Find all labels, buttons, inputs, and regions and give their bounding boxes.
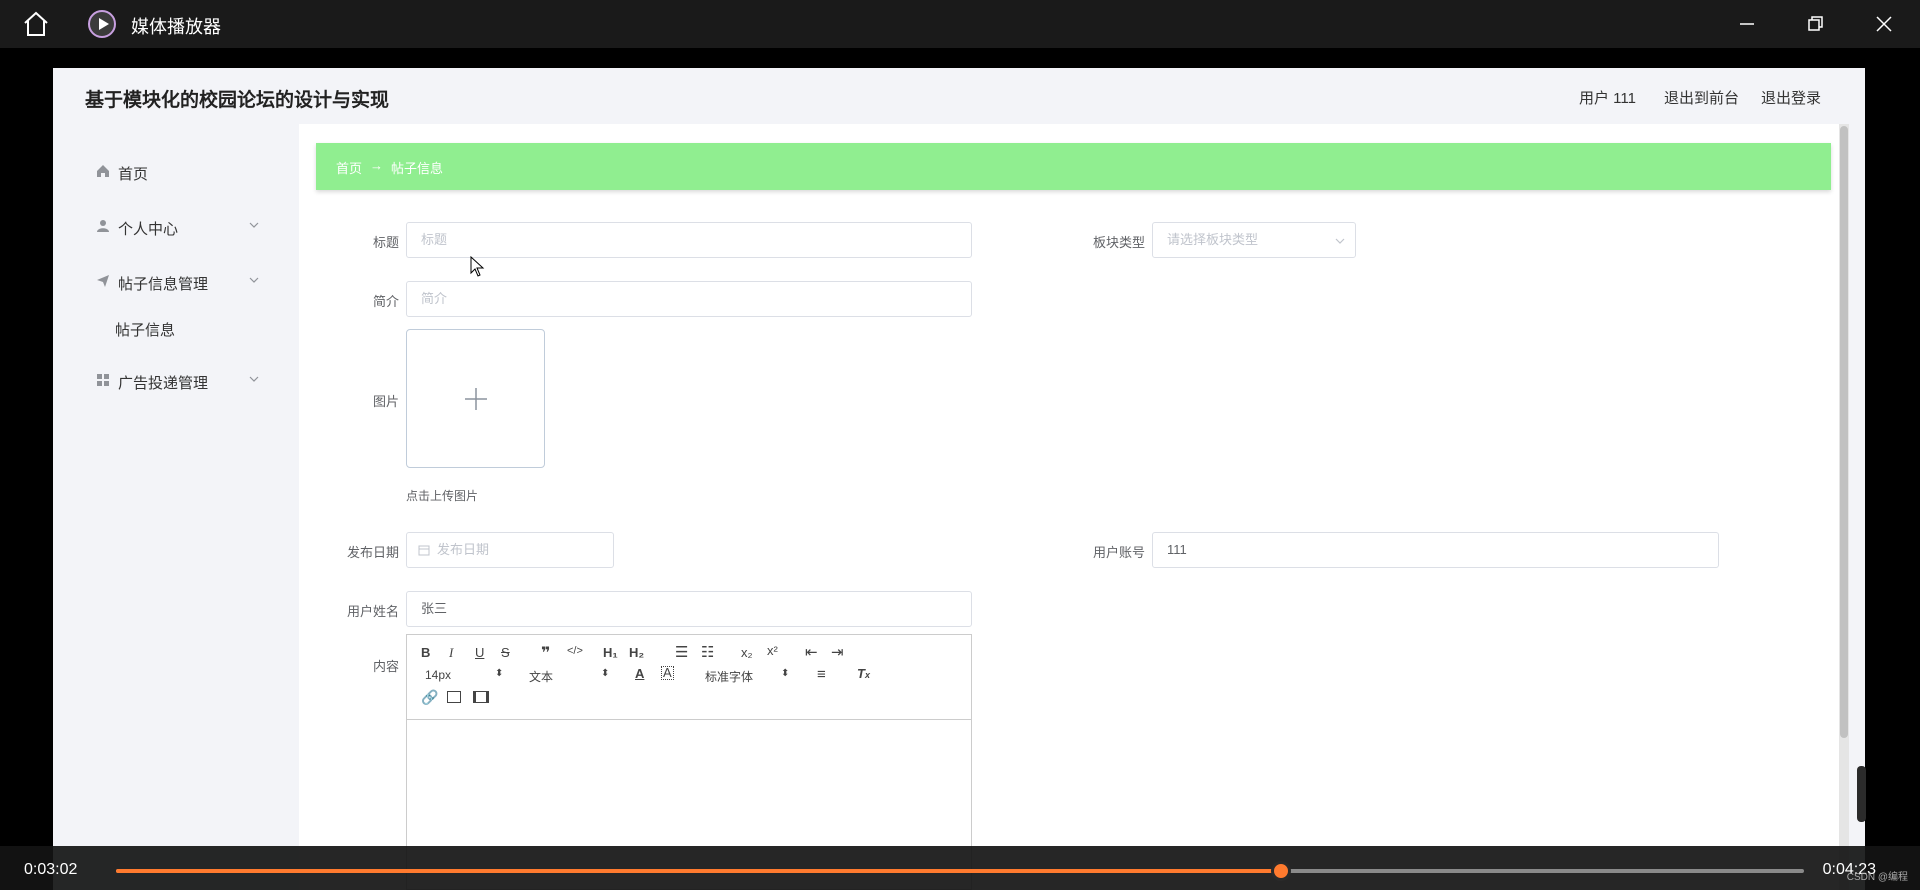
media-player-logo-icon bbox=[88, 10, 116, 38]
bullet-list-icon[interactable]: ☷ bbox=[701, 643, 714, 661]
font-family-select[interactable]: 标准字体 bbox=[705, 668, 753, 685]
intro-input[interactable]: 简介 bbox=[406, 281, 972, 317]
account-label: 用户账号 bbox=[1092, 545, 1145, 560]
title-label: 标题 bbox=[372, 235, 399, 250]
quote-icon[interactable]: ❞ bbox=[541, 643, 550, 663]
sidebar-item-label: 帖子信息管理 bbox=[118, 276, 209, 293]
close-icon[interactable] bbox=[1872, 12, 1896, 36]
main-content: 首页 → 帖子信息 标题 标题 板块类型 请选择板块类型 简介 简介 图片 点击… bbox=[299, 124, 1839, 890]
breadcrumb-separator: → bbox=[370, 158, 383, 173]
mouse-cursor-icon bbox=[470, 256, 485, 277]
chevron-down-icon bbox=[1335, 238, 1345, 244]
intro-placeholder: 简介 bbox=[421, 291, 448, 306]
category-select[interactable]: 请选择板块类型 bbox=[1152, 222, 1356, 258]
font-size-select[interactable]: 14px bbox=[425, 668, 451, 682]
breadcrumb: 首页 → 帖子信息 bbox=[316, 143, 1831, 190]
image-icon[interactable] bbox=[447, 691, 461, 703]
publish-date-placeholder: 发布日期 bbox=[437, 542, 490, 557]
breadcrumb-home[interactable]: 首页 bbox=[336, 158, 362, 177]
app-header: 基于模块化的校园论坛的设计与实现 用户 111 退出到前台 退出登录 bbox=[53, 68, 1865, 124]
sidebar-item-home[interactable]: 首页 bbox=[75, 144, 273, 199]
content-label: 内容 bbox=[372, 659, 399, 674]
side-panel-handle[interactable] bbox=[1857, 766, 1866, 822]
web-app: 基于模块化的校园论坛的设计与实现 用户 111 退出到前台 退出登录 首页 个人… bbox=[53, 68, 1865, 890]
seek-handle[interactable] bbox=[1271, 861, 1291, 881]
home-icon bbox=[97, 165, 109, 177]
send-icon bbox=[97, 275, 109, 287]
window-titlebar: 媒体播放器 bbox=[0, 0, 1920, 48]
minimize-icon[interactable] bbox=[1735, 12, 1759, 36]
chevron-down-icon bbox=[249, 277, 259, 283]
sidebar-item-label: 个人中心 bbox=[118, 221, 179, 238]
code-icon[interactable]: </> bbox=[567, 645, 583, 657]
chevron-down-icon bbox=[249, 222, 259, 228]
account-value: 111 bbox=[1167, 542, 1187, 557]
name-label: 用户姓名 bbox=[346, 604, 399, 619]
indent-icon[interactable]: ⇥ bbox=[831, 643, 844, 661]
category-label: 板块类型 bbox=[1092, 235, 1145, 250]
publish-date-label: 发布日期 bbox=[346, 545, 399, 560]
plus-icon bbox=[465, 388, 487, 410]
underline-icon[interactable]: U bbox=[475, 645, 484, 660]
bold-icon[interactable]: B bbox=[421, 645, 430, 660]
name-value: 张三 bbox=[421, 601, 448, 616]
chevron-updown-icon: ⬍ bbox=[781, 668, 790, 679]
user-icon bbox=[97, 220, 109, 232]
chevron-updown-icon: ⬍ bbox=[601, 668, 610, 679]
watermark: CSDN @编程 bbox=[1846, 872, 1908, 883]
breadcrumb-current: 帖子信息 bbox=[391, 161, 444, 176]
title-input[interactable]: 标题 bbox=[406, 222, 972, 258]
sidebar-subitem-post-info[interactable]: 帖子信息 bbox=[75, 309, 273, 353]
seek-progress bbox=[116, 869, 1281, 873]
publish-date-input[interactable]: 发布日期 bbox=[406, 532, 614, 568]
sidebar-item-ad-management[interactable]: 广告投递管理 bbox=[75, 353, 273, 408]
scrollbar-thumb[interactable] bbox=[1840, 126, 1848, 738]
window-title: 媒体播放器 bbox=[131, 17, 221, 37]
link-icon[interactable]: 🔗 bbox=[421, 689, 438, 706]
app-title: 基于模块化的校园论坛的设计与实现 bbox=[85, 90, 390, 111]
chevron-down-icon bbox=[249, 376, 259, 382]
align-icon[interactable]: ≡ bbox=[817, 666, 826, 683]
name-input[interactable]: 张三 bbox=[406, 591, 972, 627]
text-color-icon[interactable]: A bbox=[635, 666, 644, 681]
outdent-icon[interactable]: ⇤ bbox=[805, 643, 818, 661]
italic-icon[interactable]: I bbox=[449, 645, 453, 661]
intro-label: 简介 bbox=[372, 294, 399, 309]
user-label: 用户 111 bbox=[1579, 90, 1636, 107]
category-placeholder: 请选择板块类型 bbox=[1167, 232, 1259, 247]
account-input[interactable]: 111 bbox=[1152, 532, 1719, 568]
grid-icon bbox=[97, 374, 109, 386]
home-icon[interactable] bbox=[22, 11, 50, 37]
sidebar-subitem-label: 帖子信息 bbox=[115, 322, 176, 339]
h2-icon[interactable]: H₂ bbox=[629, 645, 644, 660]
sidebar: 首页 个人中心 帖子信息管理 帖子信息 广告投递管理 bbox=[75, 144, 273, 408]
h1-icon[interactable]: H₁ bbox=[603, 645, 618, 660]
restore-icon[interactable] bbox=[1803, 12, 1827, 36]
sidebar-item-personal-center[interactable]: 个人中心 bbox=[75, 199, 273, 254]
superscript-icon[interactable]: x² bbox=[767, 643, 778, 658]
sidebar-item-post-management[interactable]: 帖子信息管理 bbox=[75, 254, 273, 309]
sidebar-item-label: 广告投递管理 bbox=[118, 375, 209, 392]
background-color-icon[interactable]: A bbox=[661, 666, 674, 680]
logout-link[interactable]: 退出登录 bbox=[1761, 87, 1821, 108]
image-label: 图片 bbox=[372, 394, 399, 409]
ordered-list-icon[interactable]: ☰ bbox=[675, 643, 688, 661]
calendar-icon bbox=[418, 545, 430, 556]
video-icon[interactable] bbox=[473, 691, 489, 703]
title-placeholder: 标题 bbox=[421, 232, 448, 247]
subscript-icon[interactable]: x₂ bbox=[741, 645, 753, 660]
sidebar-item-label: 首页 bbox=[118, 166, 149, 183]
editor-toolbar: B I U S ❞ </> H₁ H₂ ☰ ☷ x₂ x² ⇤ ⇥ 14px ⬍… bbox=[407, 635, 971, 720]
strike-icon[interactable]: S bbox=[501, 645, 510, 660]
current-time: 0:03:02 bbox=[24, 861, 78, 878]
media-player-controls: 0:03:02 0:04:23 CSDN @编程 bbox=[0, 846, 1920, 890]
clear-format-icon[interactable]: Tx bbox=[857, 666, 870, 681]
exit-to-front-link[interactable]: 退出到前台 bbox=[1664, 87, 1739, 108]
chevron-updown-icon: ⬍ bbox=[495, 668, 504, 679]
image-upload[interactable] bbox=[406, 329, 545, 468]
block-format-select[interactable]: 文本 bbox=[529, 668, 553, 685]
upload-tip: 点击上传图片 bbox=[406, 489, 479, 503]
